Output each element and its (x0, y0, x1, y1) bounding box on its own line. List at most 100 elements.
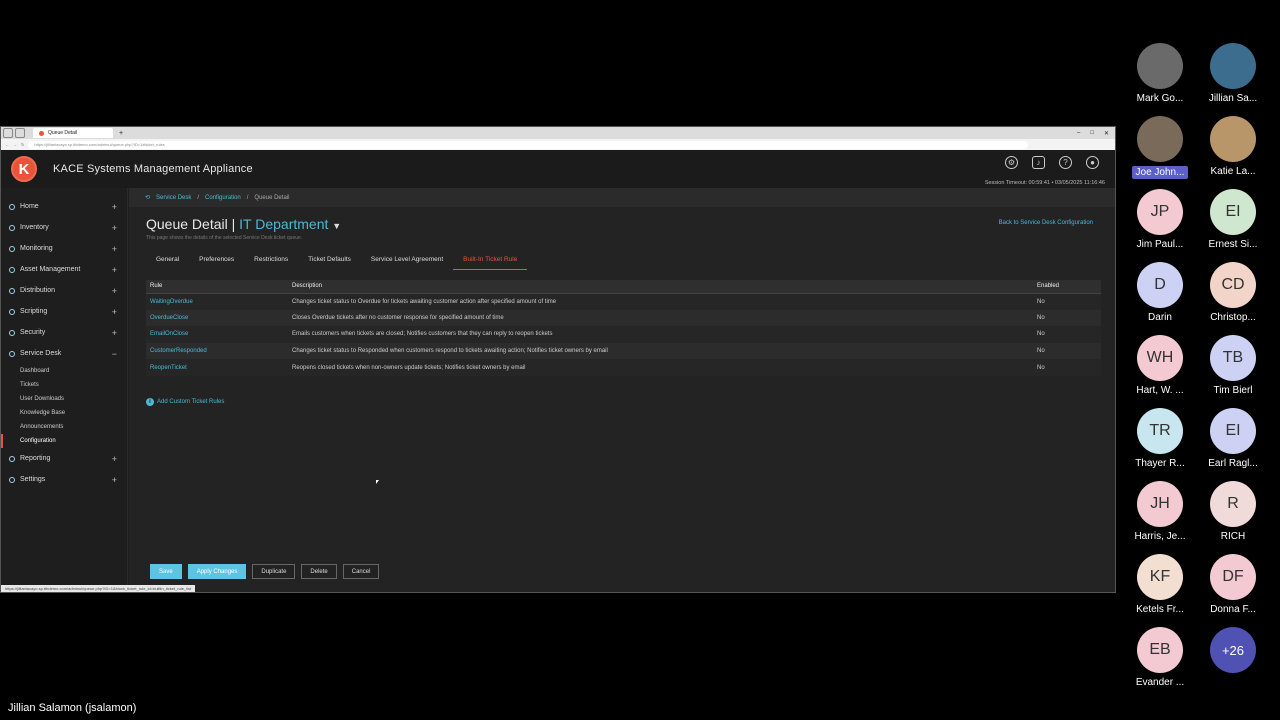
participant-avatar: JH (1137, 481, 1183, 527)
expand-icon[interactable]: + (112, 265, 117, 275)
sidebar-subitem-user-downloads[interactable]: User Downloads (1, 392, 127, 406)
window-controls: – □ ✕ (1077, 130, 1115, 137)
save-button[interactable]: Save (150, 564, 182, 579)
expand-icon[interactable]: + (112, 202, 117, 212)
app-title: KACE Systems Management Appliance (53, 163, 253, 175)
participant-tile[interactable]: Katie La... (1188, 116, 1278, 177)
column-header-enabled[interactable]: Enabled (1033, 280, 1101, 294)
rule-description: Reopens closed tickets when non-owners u… (288, 359, 1033, 376)
minimize-icon[interactable]: – (1077, 130, 1080, 137)
url-field[interactable]: https://jillianiacayo.sp.ttbdemo.com/adm… (28, 140, 1029, 149)
participant-tile[interactable]: R RICH (1188, 481, 1278, 542)
expand-icon[interactable]: + (112, 244, 117, 254)
caret-down-icon[interactable]: ▼ (332, 221, 341, 231)
participant-tile[interactable]: Jillian Sa... (1188, 43, 1278, 104)
help-icon[interactable]: ? (1059, 156, 1072, 169)
sidebar-subitem-knowledge-base[interactable]: Knowledge Base (1, 406, 127, 420)
rule-link[interactable]: EmailOnClose (146, 326, 288, 343)
participant-avatar: TB (1210, 335, 1256, 381)
tab-restrictions[interactable]: Restrictions (244, 253, 298, 270)
breadcrumb-home-icon[interactable]: ⟲ (145, 194, 150, 201)
meeting-stage: Queue Detail + – □ ✕ ← → ↻ https://jilli… (0, 0, 1280, 720)
forward-icon[interactable]: → (13, 142, 17, 147)
window-tabs-icon[interactable] (15, 128, 25, 138)
expand-icon[interactable]: + (112, 307, 117, 317)
asset-icon (9, 266, 15, 273)
user-icon[interactable]: ● (1086, 156, 1099, 169)
sidebar-item-inventory[interactable]: Inventory + (1, 217, 127, 238)
sidebar-subitem-tickets[interactable]: Tickets (1, 378, 127, 392)
participant-avatar: EI (1210, 408, 1256, 454)
maximize-icon[interactable]: □ (1090, 130, 1094, 137)
duplicate-button[interactable]: Duplicate (252, 564, 296, 579)
participant-tile[interactable]: EI Ernest Si... (1188, 189, 1278, 250)
sidebar-item-reporting[interactable]: Reporting + (1, 448, 127, 469)
column-header-description[interactable]: Description (288, 280, 1033, 294)
expand-icon[interactable]: + (112, 223, 117, 233)
expand-icon[interactable]: + (112, 286, 117, 296)
expand-icon[interactable]: + (112, 454, 117, 464)
sidebar-item-settings[interactable]: Settings + (1, 469, 127, 490)
rule-link[interactable]: WaitingOverdue (146, 293, 288, 310)
table-row: CustomerResponded Changes ticket status … (146, 342, 1101, 360)
participant-tile[interactable]: EI Earl Ragl... (1188, 408, 1278, 469)
more-participants-button[interactable]: +26 (1188, 627, 1278, 673)
rule-link[interactable]: CustomerResponded (146, 342, 288, 360)
window-menu-icon[interactable] (3, 128, 13, 138)
participant-tile[interactable]: CD Christop... (1188, 262, 1278, 323)
sidebar-subitem-configuration[interactable]: Configuration (1, 434, 127, 448)
shared-browser-window: Queue Detail + – □ ✕ ← → ↻ https://jilli… (0, 126, 1116, 593)
participant-photo (1137, 116, 1183, 162)
tab-preferences[interactable]: Preferences (189, 253, 244, 270)
tab-service-level-agreement[interactable]: Service Level Agreement (361, 253, 453, 270)
sidebar-subitem-announcements[interactable]: Announcements (1, 420, 127, 434)
header-icons: ⚙ ♪ ? ● (1005, 156, 1099, 169)
participant-name: RICH (1220, 531, 1246, 542)
browser-tab[interactable]: Queue Detail (33, 128, 113, 138)
sidebar-item-monitoring[interactable]: Monitoring + (1, 238, 127, 259)
tab-general[interactable]: General (146, 253, 189, 270)
sidebar-item-label: Asset Management (20, 266, 81, 273)
sidebar-item-asset-management[interactable]: Asset Management + (1, 259, 127, 280)
sidebar-item-distribution[interactable]: Distribution + (1, 280, 127, 301)
expand-icon[interactable]: + (112, 475, 117, 485)
app-header: K KACE Systems Management Appliance ⚙ ♪ … (1, 150, 1115, 188)
sidebar-item-label: Reporting (20, 455, 51, 462)
back-icon[interactable]: ← (5, 142, 9, 147)
rule-link[interactable]: ReopenTicket (146, 359, 288, 376)
apply-changes-button[interactable]: Apply Changes (187, 564, 247, 579)
new-tab-icon[interactable]: + (119, 130, 123, 137)
add-custom-ticket-rules-link[interactable]: i Add Custom Ticket Rules (146, 398, 224, 406)
sidebar-item-scripting[interactable]: Scripting + (1, 301, 127, 322)
back-to-config-link[interactable]: Back to Service Desk Configuration (999, 220, 1093, 226)
participant-photo (1137, 43, 1183, 89)
sidebar-item-service-desk[interactable]: Service Desk − (1, 343, 127, 364)
shield-icon (9, 329, 15, 336)
participant-name: Joe John... (1131, 166, 1189, 179)
delete-button[interactable]: Delete (301, 564, 337, 579)
expand-icon[interactable]: + (112, 328, 117, 338)
breadcrumb-configuration[interactable]: Configuration (205, 195, 241, 201)
tab-built-in-ticket-rule[interactable]: Built-In Ticket Rule (453, 253, 528, 270)
session-timeout: Session Timeout: 00:59:41 • 03/05/2025 1… (984, 180, 1105, 186)
participant-tile[interactable]: DF Donna F... (1188, 554, 1278, 615)
sidebar-item-home[interactable]: Home + (1, 196, 127, 217)
breadcrumb-service-desk[interactable]: Service Desk (156, 195, 191, 201)
reload-icon[interactable]: ↻ (21, 142, 24, 147)
sidebar-subitem-dashboard[interactable]: Dashboard (1, 364, 127, 378)
bell-icon[interactable]: ♪ (1032, 156, 1045, 169)
kace-logo[interactable]: K (11, 156, 37, 182)
cancel-button[interactable]: Cancel (342, 564, 380, 579)
tab-ticket-defaults[interactable]: Ticket Defaults (298, 253, 361, 270)
gear-icon (9, 476, 15, 483)
sidebar-item-security[interactable]: Security + (1, 322, 127, 343)
sidebar-item-label: Security (20, 329, 46, 336)
participant-avatar: CD (1210, 262, 1256, 308)
column-header-rule[interactable]: Rule (146, 280, 288, 294)
close-icon[interactable]: ✕ (1104, 130, 1109, 137)
rule-link[interactable]: OverdueClose (146, 309, 288, 327)
participant-tile[interactable]: TB Tim Bierl (1188, 335, 1278, 396)
org-switch-icon[interactable]: ⚙ (1005, 156, 1018, 169)
collapse-icon[interactable]: − (112, 349, 117, 359)
department-selector[interactable]: IT Department (239, 216, 328, 232)
